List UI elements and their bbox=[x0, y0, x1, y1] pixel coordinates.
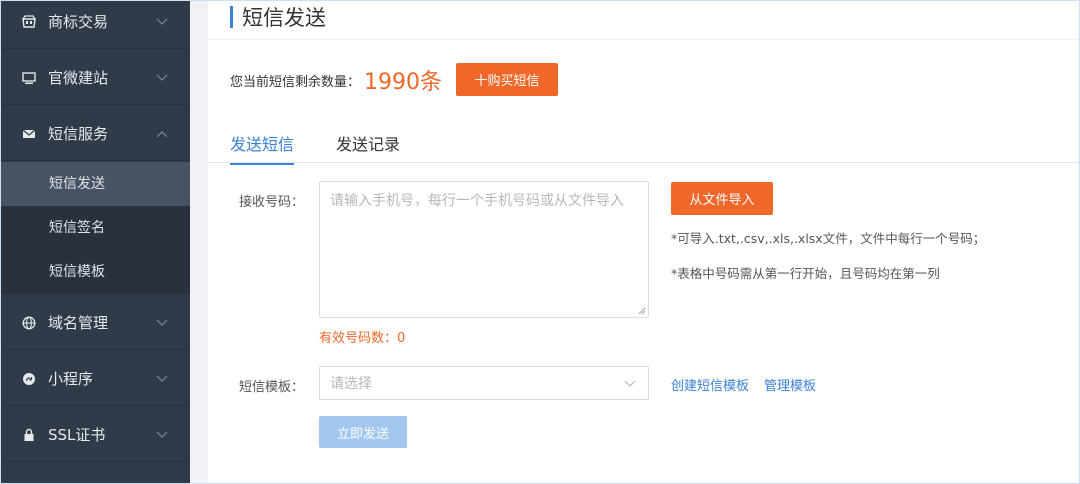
chevron-down-icon bbox=[156, 18, 168, 25]
valid-number-count: 有效号码数：0 bbox=[319, 331, 406, 346]
chevron-up-icon bbox=[156, 130, 168, 137]
recipient-textarea[interactable]: 请输入手机号，每行一个手机号码或从文件导入 bbox=[319, 181, 649, 318]
resize-grip-icon[interactable] bbox=[638, 307, 646, 315]
recipient-label: 接收号码： bbox=[238, 195, 304, 210]
quota-label: 您当前短信剩余数量： bbox=[230, 74, 361, 90]
title-divider bbox=[208, 39, 1079, 40]
sidebar-item-trademark[interactable]: 商标交易 bbox=[1, 1, 190, 49]
sidebar: 商标交易 官微建站 短信服务 短信发送 短信签名 短信模板 域名管理 小程序 S… bbox=[1, 1, 190, 483]
sidebar-subitem-sms-signature[interactable]: 短信签名 bbox=[1, 206, 190, 250]
import-hint-columns: *表格中号码需从第一行开始，且号码均在第一列 bbox=[671, 266, 940, 281]
sms-quota: 您当前短信剩余数量： 1990条 bbox=[230, 65, 442, 95]
mail-icon bbox=[22, 127, 36, 141]
sidebar-item-website[interactable]: 官微建站 bbox=[1, 51, 190, 105]
create-template-link[interactable]: 创建短信模板 bbox=[671, 375, 749, 394]
import-from-file-button[interactable]: 从文件导入 bbox=[671, 182, 773, 215]
mini-program-icon bbox=[22, 372, 36, 386]
tab-send-sms[interactable]: 发送短信 bbox=[230, 131, 295, 165]
app-frame: 商标交易 官微建站 短信服务 短信发送 短信签名 短信模板 域名管理 小程序 S… bbox=[0, 0, 1080, 484]
chevron-down-icon bbox=[156, 375, 168, 382]
sidebar-item-ssl[interactable]: SSL证书 bbox=[1, 408, 190, 462]
sidebar-item-label: 短信服务 bbox=[48, 125, 109, 143]
main-panel: 短信发送 您当前短信剩余数量： 1990条 十购买短信 发送短信 发送记录 接收… bbox=[208, 1, 1079, 483]
tabs-divider bbox=[208, 162, 1079, 163]
lock-icon bbox=[22, 428, 36, 442]
sidebar-subitem-sms-send[interactable]: 短信发送 bbox=[1, 162, 190, 206]
chevron-down-icon bbox=[156, 319, 168, 326]
sidebar-item-label: 小程序 bbox=[48, 370, 94, 388]
sidebar-item-sms-service[interactable]: 短信服务 bbox=[1, 107, 190, 161]
sidebar-item-label: SSL证书 bbox=[48, 426, 106, 444]
page-title-bar: 短信发送 bbox=[230, 3, 326, 31]
sidebar-item-mini-program[interactable]: 小程序 bbox=[1, 352, 190, 406]
sidebar-item-label: 域名管理 bbox=[48, 314, 109, 332]
monitor-icon bbox=[22, 71, 36, 85]
send-now-button[interactable]: 立即发送 bbox=[319, 416, 407, 448]
globe-icon bbox=[22, 316, 36, 330]
chevron-down-icon bbox=[624, 380, 636, 387]
title-accent-bar bbox=[230, 6, 233, 28]
page-title: 短信发送 bbox=[242, 6, 326, 30]
buy-sms-button[interactable]: 十购买短信 bbox=[456, 63, 558, 96]
tab-send-records[interactable]: 发送记录 bbox=[336, 131, 400, 165]
sidebar-item-label: 官微建站 bbox=[48, 69, 109, 87]
template-select-placeholder: 请选择 bbox=[330, 376, 372, 392]
chevron-down-icon bbox=[156, 431, 168, 438]
template-select[interactable]: 请选择 bbox=[319, 366, 649, 400]
quota-count: 1990条 bbox=[364, 70, 443, 95]
template-label: 短信模板： bbox=[238, 380, 304, 395]
sms-submenu: 短信发送 短信签名 短信模板 bbox=[1, 162, 190, 294]
sidebar-item-domain[interactable]: 域名管理 bbox=[1, 296, 190, 350]
store-icon bbox=[22, 14, 36, 29]
sidebar-subitem-sms-template[interactable]: 短信模板 bbox=[1, 250, 190, 294]
sidebar-item-label: 商标交易 bbox=[48, 13, 109, 31]
chevron-down-icon bbox=[156, 74, 168, 81]
manage-template-link[interactable]: 管理模板 bbox=[764, 375, 816, 394]
tab-bar: 发送短信 发送记录 bbox=[230, 131, 442, 165]
import-hint-formats: *可导入.txt,.csv,.xls,.xlsx文件，文件中每行一个号码； bbox=[671, 231, 986, 246]
recipient-placeholder: 请输入手机号，每行一个手机号码或从文件导入 bbox=[330, 193, 624, 209]
